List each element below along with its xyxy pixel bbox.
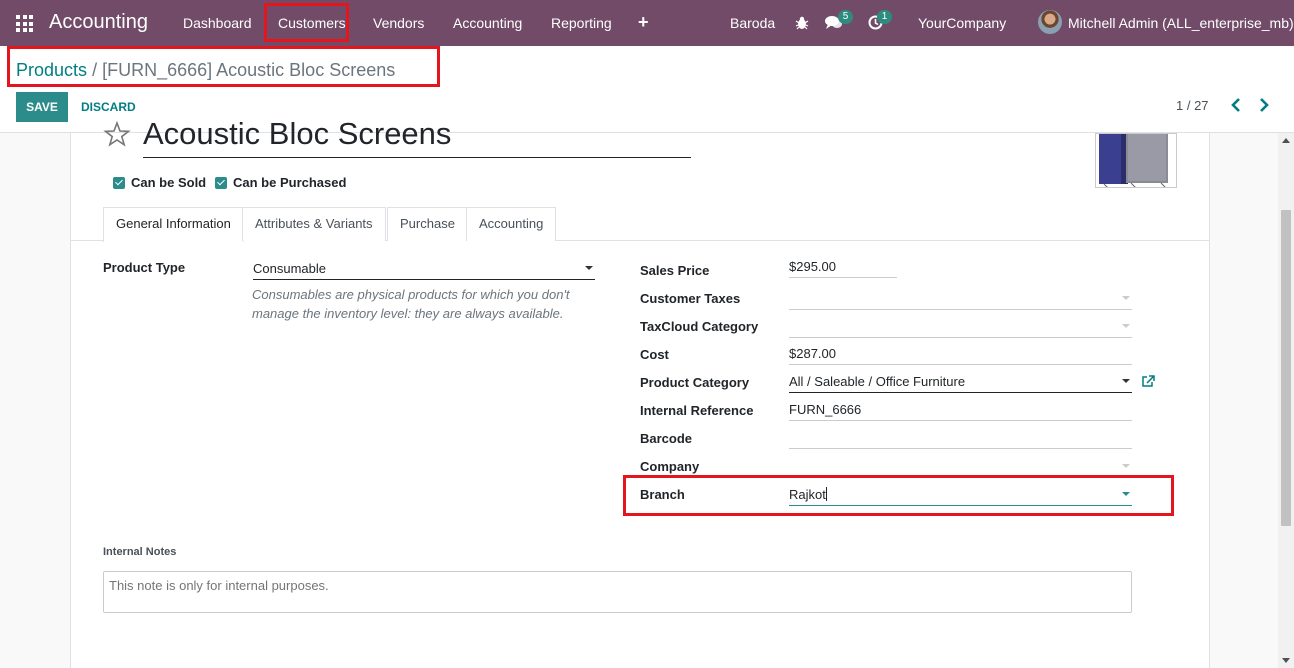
pager-previous-icon[interactable] xyxy=(1228,96,1244,114)
product-type-select[interactable]: Consumable xyxy=(253,256,595,280)
product-category-label: Product Category xyxy=(640,375,750,390)
apps-menu-icon[interactable] xyxy=(16,15,33,32)
cost-label: Cost xyxy=(640,347,669,362)
can-be-sold-checkbox[interactable]: Can be Sold xyxy=(113,175,206,190)
checkbox-checked-icon[interactable] xyxy=(215,176,227,189)
form-tabs: General Information Attributes & Variant… xyxy=(70,207,1210,242)
form-scrollbar[interactable] xyxy=(1278,133,1294,668)
branch-switcher[interactable]: Baroda xyxy=(730,15,775,31)
add-menu-icon[interactable]: + xyxy=(638,12,649,33)
menu-dashboard[interactable]: Dashboard xyxy=(183,15,252,31)
can-be-purchased-label: Can be Purchased xyxy=(233,175,347,190)
menu-accounting[interactable]: Accounting xyxy=(453,15,522,31)
product-type-label: Product Type xyxy=(103,260,186,275)
company-label: Company xyxy=(640,459,700,474)
chevron-down-icon[interactable] xyxy=(1122,379,1130,383)
tab-purchase[interactable]: Purchase xyxy=(387,207,468,241)
favorite-star-icon[interactable] xyxy=(103,120,131,148)
product-category-value: All / Saleable / Office Furniture xyxy=(789,374,966,389)
company-switcher[interactable]: YourCompany xyxy=(918,15,1006,31)
barcode-input[interactable] xyxy=(789,425,1132,449)
chevron-down-icon[interactable] xyxy=(1122,464,1130,468)
internal-notes-textarea[interactable] xyxy=(103,571,1132,613)
pager-next-icon[interactable] xyxy=(1256,96,1272,114)
internal-reference-label: Internal Reference xyxy=(640,403,754,418)
highlight-box-branch-field xyxy=(623,475,1174,516)
debug-bug-icon[interactable] xyxy=(795,15,809,30)
product-type-help: Consumables are physical products for wh… xyxy=(252,287,570,321)
tab-attributes-variants[interactable]: Attributes & Variants xyxy=(242,207,386,241)
tab-accounting[interactable]: Accounting xyxy=(466,207,557,241)
taxcloud-category-input[interactable] xyxy=(789,314,1132,338)
scroll-up-arrow-icon[interactable] xyxy=(1282,138,1290,143)
scrollbar-thumb[interactable] xyxy=(1281,210,1291,526)
tab-general-information[interactable]: General Information xyxy=(103,207,244,242)
menu-reporting[interactable]: Reporting xyxy=(551,15,612,31)
save-button[interactable]: SAVE xyxy=(16,92,68,122)
taxcloud-category-label: TaxCloud Category xyxy=(640,319,759,334)
user-menu[interactable]: Mitchell Admin (ALL_enterprise_mb) xyxy=(1068,15,1294,31)
user-avatar[interactable] xyxy=(1038,10,1062,34)
product-image-picture xyxy=(1096,134,1176,187)
discard-button[interactable]: DISCARD xyxy=(78,92,139,122)
can-be-sold-label: Can be Sold xyxy=(131,175,207,190)
scroll-down-arrow-icon[interactable] xyxy=(1282,658,1290,663)
checkbox-checked-icon[interactable] xyxy=(113,176,125,189)
chevron-down-icon[interactable] xyxy=(1122,296,1130,300)
product-category-select[interactable]: All / Saleable / Office Furniture xyxy=(789,369,1132,393)
customer-taxes-label: Customer Taxes xyxy=(640,291,741,306)
customer-taxes-input[interactable] xyxy=(789,286,1132,310)
product-name-input[interactable]: Acoustic Bloc Screens xyxy=(143,116,691,158)
sales-price-input[interactable]: $295.00 xyxy=(789,254,897,278)
chevron-down-icon[interactable] xyxy=(585,266,593,270)
sales-price-label: Sales Price xyxy=(640,263,710,278)
menu-vendors[interactable]: Vendors xyxy=(373,15,424,31)
highlight-box-breadcrumb xyxy=(7,46,440,87)
internal-reference-input[interactable]: FURN_6666 xyxy=(789,397,1132,421)
highlight-box-customers-menu xyxy=(264,3,349,42)
external-link-icon[interactable] xyxy=(1141,375,1155,388)
product-type-value: Consumable xyxy=(253,261,326,276)
chevron-down-icon[interactable] xyxy=(1122,324,1130,328)
messages-count-badge: 5 xyxy=(838,10,853,24)
can-be-purchased-checkbox[interactable]: Can be Purchased xyxy=(215,175,346,190)
product-image[interactable] xyxy=(1095,133,1177,188)
app-title[interactable]: Accounting xyxy=(49,11,148,34)
internal-notes-label: Internal Notes xyxy=(103,546,177,558)
pager-value[interactable]: 1 / 27 xyxy=(1176,98,1209,113)
barcode-label: Barcode xyxy=(640,431,693,446)
top-navbar: Accounting Dashboard Customers Vendors A… xyxy=(0,0,1294,46)
cost-input[interactable]: $287.00 xyxy=(789,341,1132,365)
activities-count-badge: 1 xyxy=(877,10,892,24)
